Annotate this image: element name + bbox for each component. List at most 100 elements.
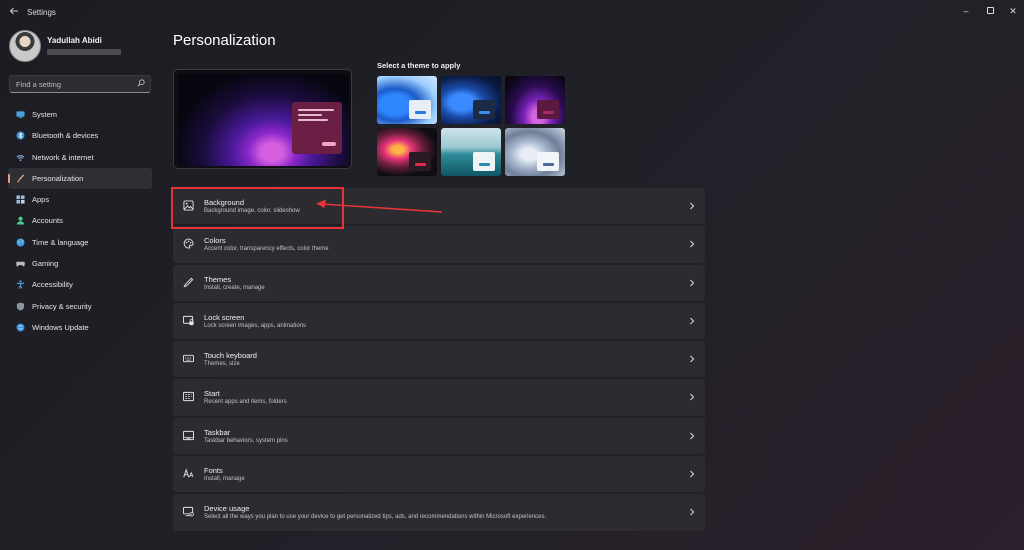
setting-subtitle: Taskbar behaviors, system pins — [204, 437, 288, 444]
start-icon — [183, 392, 194, 402]
theme-tile[interactable] — [377, 128, 437, 176]
back-arrow-icon[interactable] — [6, 5, 22, 21]
theme-tile[interactable] — [505, 128, 565, 176]
device-usage-icon — [183, 507, 194, 517]
setting-row-taskbar[interactable]: Taskbar Taskbar behaviors, system pins — [173, 417, 705, 455]
search-icon[interactable] — [137, 79, 145, 87]
sidebar-item-accessibility[interactable]: Accessibility — [8, 274, 152, 295]
setting-row-lock-screen[interactable]: Lock screen Lock screen images, apps, an… — [173, 302, 705, 340]
user-profile[interactable]: Yadullah Abidi — [9, 30, 159, 62]
update-icon — [16, 323, 25, 332]
sidebar-item-label: Network & internet — [32, 152, 94, 162]
sidebar-item-time-language[interactable]: Time & language — [8, 232, 152, 253]
themes-label: Select a theme to apply — [377, 61, 461, 70]
setting-subtitle: Install, manage — [204, 476, 245, 483]
chevron-right-icon — [690, 202, 695, 210]
apps-icon — [16, 195, 25, 204]
accounts-icon — [16, 217, 25, 226]
setting-row-device-usage[interactable]: Device usage Select all the ways you pla… — [173, 494, 705, 531]
setting-title: Start — [204, 389, 220, 399]
setting-title: Themes — [204, 274, 232, 284]
setting-title: Lock screen — [204, 312, 245, 322]
setting-subtitle: Recent apps and items, folders — [204, 399, 287, 406]
bluetooth-icon — [16, 131, 25, 140]
setting-row-colors[interactable]: Colors Accent color, transparency effect… — [173, 226, 705, 263]
chevron-right-icon — [690, 355, 695, 363]
setting-subtitle: Lock screen images, apps, animations — [204, 322, 307, 329]
sidebar-item-bluetooth[interactable]: Bluetooth & devices — [8, 125, 152, 146]
theme-tile[interactable] — [441, 128, 501, 176]
sidebar-item-label: Accessibility — [32, 280, 73, 290]
annotation-arrow — [316, 199, 443, 213]
setting-subtitle: Install, create, manage — [204, 284, 265, 291]
brush-icon — [16, 174, 25, 183]
pen-icon — [183, 277, 194, 288]
avatar — [9, 30, 41, 62]
chevron-right-icon — [690, 432, 695, 440]
setting-row-themes[interactable]: Themes Install, create, manage — [173, 264, 705, 301]
sidebar-item-label: Time & language — [32, 237, 89, 247]
theme-tile[interactable] — [441, 76, 501, 124]
sidebar-item-system[interactable]: System — [8, 104, 152, 125]
theme-gallery — [377, 76, 567, 178]
sidebar-item-label: Gaming — [32, 259, 59, 269]
keyboard-icon — [183, 355, 194, 363]
chevron-right-icon — [690, 240, 695, 248]
setting-title: Fonts — [204, 466, 223, 476]
sidebar-item-network[interactable]: Network & internet — [8, 147, 152, 168]
minimize-button[interactable]: – — [956, 4, 976, 18]
chevron-right-icon — [690, 509, 695, 516]
sidebar-item-label: System — [32, 110, 58, 119]
sidebar-item-privacy-security[interactable]: Privacy & security — [8, 296, 152, 317]
fonts-icon — [183, 468, 194, 478]
shield-icon — [16, 302, 25, 311]
chevron-right-icon — [690, 394, 695, 401]
sidebar-nav: System Bluetooth & devices Network & int… — [8, 104, 152, 338]
palette-icon — [183, 238, 194, 249]
setting-subtitle: Themes, size — [204, 361, 240, 368]
user-email-redacted — [47, 49, 121, 55]
window-preview — [292, 102, 342, 154]
maximize-button[interactable] — [980, 4, 1000, 18]
user-name: Yadullah Abidi — [47, 36, 102, 45]
title-bar: Settings – ✕ — [0, 0, 1024, 28]
window-title: Settings — [27, 8, 56, 17]
sidebar-item-label: Privacy & security — [32, 301, 92, 311]
theme-tile[interactable] — [505, 76, 565, 124]
chevron-right-icon — [690, 279, 695, 286]
globe-icon — [16, 238, 25, 247]
setting-row-touch-keyboard[interactable]: Touch keyboard Themes, size — [173, 341, 705, 378]
setting-row-start[interactable]: Start Recent apps and items, folders — [173, 379, 705, 416]
system-icon — [16, 111, 25, 119]
sidebar-item-gaming[interactable]: Gaming — [8, 253, 152, 274]
gaming-icon — [16, 261, 25, 267]
setting-title: Device usage — [204, 504, 250, 514]
setting-title: Touch keyboard — [204, 351, 257, 361]
search-box[interactable] — [9, 75, 151, 93]
setting-subtitle: Select all the ways you plan to use your… — [204, 514, 547, 521]
desktop-preview — [173, 69, 352, 169]
sidebar-item-label: Apps — [32, 195, 50, 205]
theme-tile[interactable] — [377, 76, 437, 124]
search-input[interactable] — [16, 78, 134, 91]
accessibility-icon — [16, 280, 25, 290]
chevron-right-icon — [690, 470, 695, 478]
sidebar-item-personalization[interactable]: Personalization — [8, 167, 152, 190]
taskbar-icon — [183, 430, 194, 440]
close-button[interactable]: ✕ — [1003, 4, 1023, 18]
setting-title: Colors — [204, 236, 226, 246]
setting-subtitle: Accent color, transparency effects, colo… — [204, 246, 329, 253]
sidebar-item-label: Personalization — [32, 173, 84, 183]
lock-screen-icon — [183, 315, 194, 325]
sidebar-item-label: Windows Update — [32, 322, 89, 332]
sidebar-item-label: Bluetooth & devices — [32, 131, 99, 141]
sidebar-item-accounts[interactable]: Accounts — [8, 210, 152, 231]
setting-row-fonts[interactable]: Fonts Install, manage — [173, 456, 705, 493]
sidebar-item-apps[interactable]: Apps — [8, 189, 152, 210]
settings-list: Background Background image, color, slid… — [173, 188, 705, 533]
chevron-right-icon — [690, 317, 695, 325]
page-title: Personalization — [173, 32, 276, 49]
network-icon — [16, 154, 25, 161]
sidebar-item-label: Accounts — [32, 216, 63, 226]
sidebar-item-windows-update[interactable]: Windows Update — [8, 317, 152, 338]
